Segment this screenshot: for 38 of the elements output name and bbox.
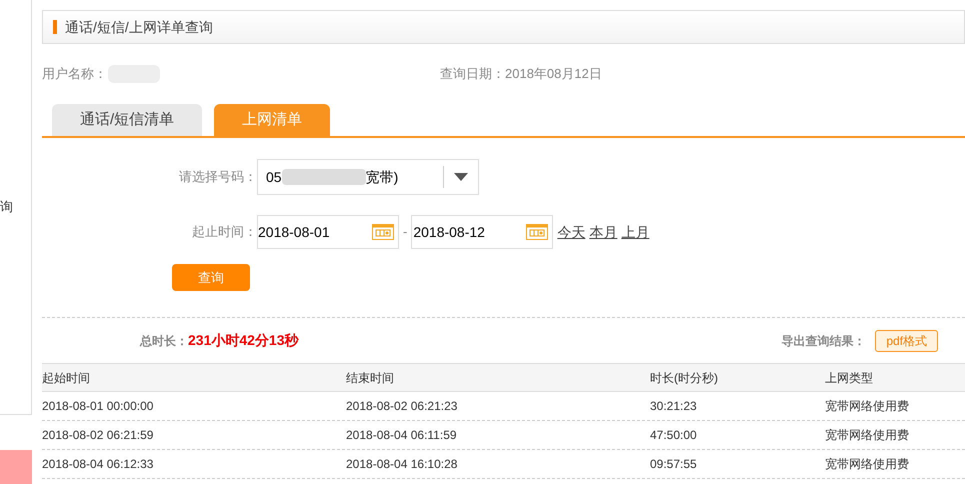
table-cell-text: 2018-08-02 06:21:23 xyxy=(346,398,458,415)
query-date: 查询日期：2018年08月12日 xyxy=(440,65,602,84)
table-cell-text: 宽带网络使用费 xyxy=(825,427,910,444)
column-header: 结束时间 xyxy=(346,370,395,386)
date-link[interactable]: 本月 xyxy=(589,222,618,242)
page-title: 通话/短信/上网详单查询 xyxy=(65,18,213,36)
number-label: 请选择号码： xyxy=(178,168,257,186)
total-label: 总时长： xyxy=(140,332,188,350)
start-date-field[interactable]: 2018-08-01 xyxy=(257,215,399,249)
table-cell-text: 2018-08-04 16:10:28 xyxy=(346,456,458,473)
table-cell-text: 2018-08-04 06:12:33 xyxy=(42,456,154,473)
sidebar-text: 询 xyxy=(0,198,13,216)
table-cell-text: 2018-08-01 00:00:00 xyxy=(42,398,154,415)
user-label: 用户名称： xyxy=(42,65,108,84)
column-header: 时长(时分秒) xyxy=(650,370,719,386)
column-header: 起始时间 xyxy=(42,370,91,386)
table-cell-text: 2018-08-02 06:21:59 xyxy=(42,427,154,444)
date-link[interactable]: 今天 xyxy=(557,222,586,242)
number-select[interactable]: 05 宽带) xyxy=(257,159,479,195)
tab[interactable]: 通话/短信清单 xyxy=(52,104,202,136)
table-cell-text: 宽带网络使用费 xyxy=(825,456,910,473)
date-link[interactable]: 上月 xyxy=(621,222,650,242)
calendar-icon[interactable] xyxy=(526,224,548,240)
dropdown-caret-icon[interactable] xyxy=(454,173,468,181)
export-label: 导出查询结果： xyxy=(781,332,866,350)
table-cell-text: 30:21:23 xyxy=(650,398,698,415)
date-separator: - xyxy=(403,223,408,242)
accent-mark xyxy=(53,20,57,34)
column-header: 上网类型 xyxy=(825,370,874,386)
table-cell-text: 47:50:00 xyxy=(650,427,698,444)
table-cell-text: 宽带网络使用费 xyxy=(825,398,910,415)
sidebar-block xyxy=(0,450,32,484)
calendar-icon[interactable] xyxy=(372,224,394,240)
end-date-field[interactable]: 2018-08-12 xyxy=(411,215,554,249)
table-cell-text: 2018-08-04 06:11:59 xyxy=(346,427,458,444)
time-label: 起止时间： xyxy=(191,223,257,242)
total-duration: 231小时42分13秒 xyxy=(188,331,299,350)
table-cell-text: 09:57:55 xyxy=(650,456,698,473)
